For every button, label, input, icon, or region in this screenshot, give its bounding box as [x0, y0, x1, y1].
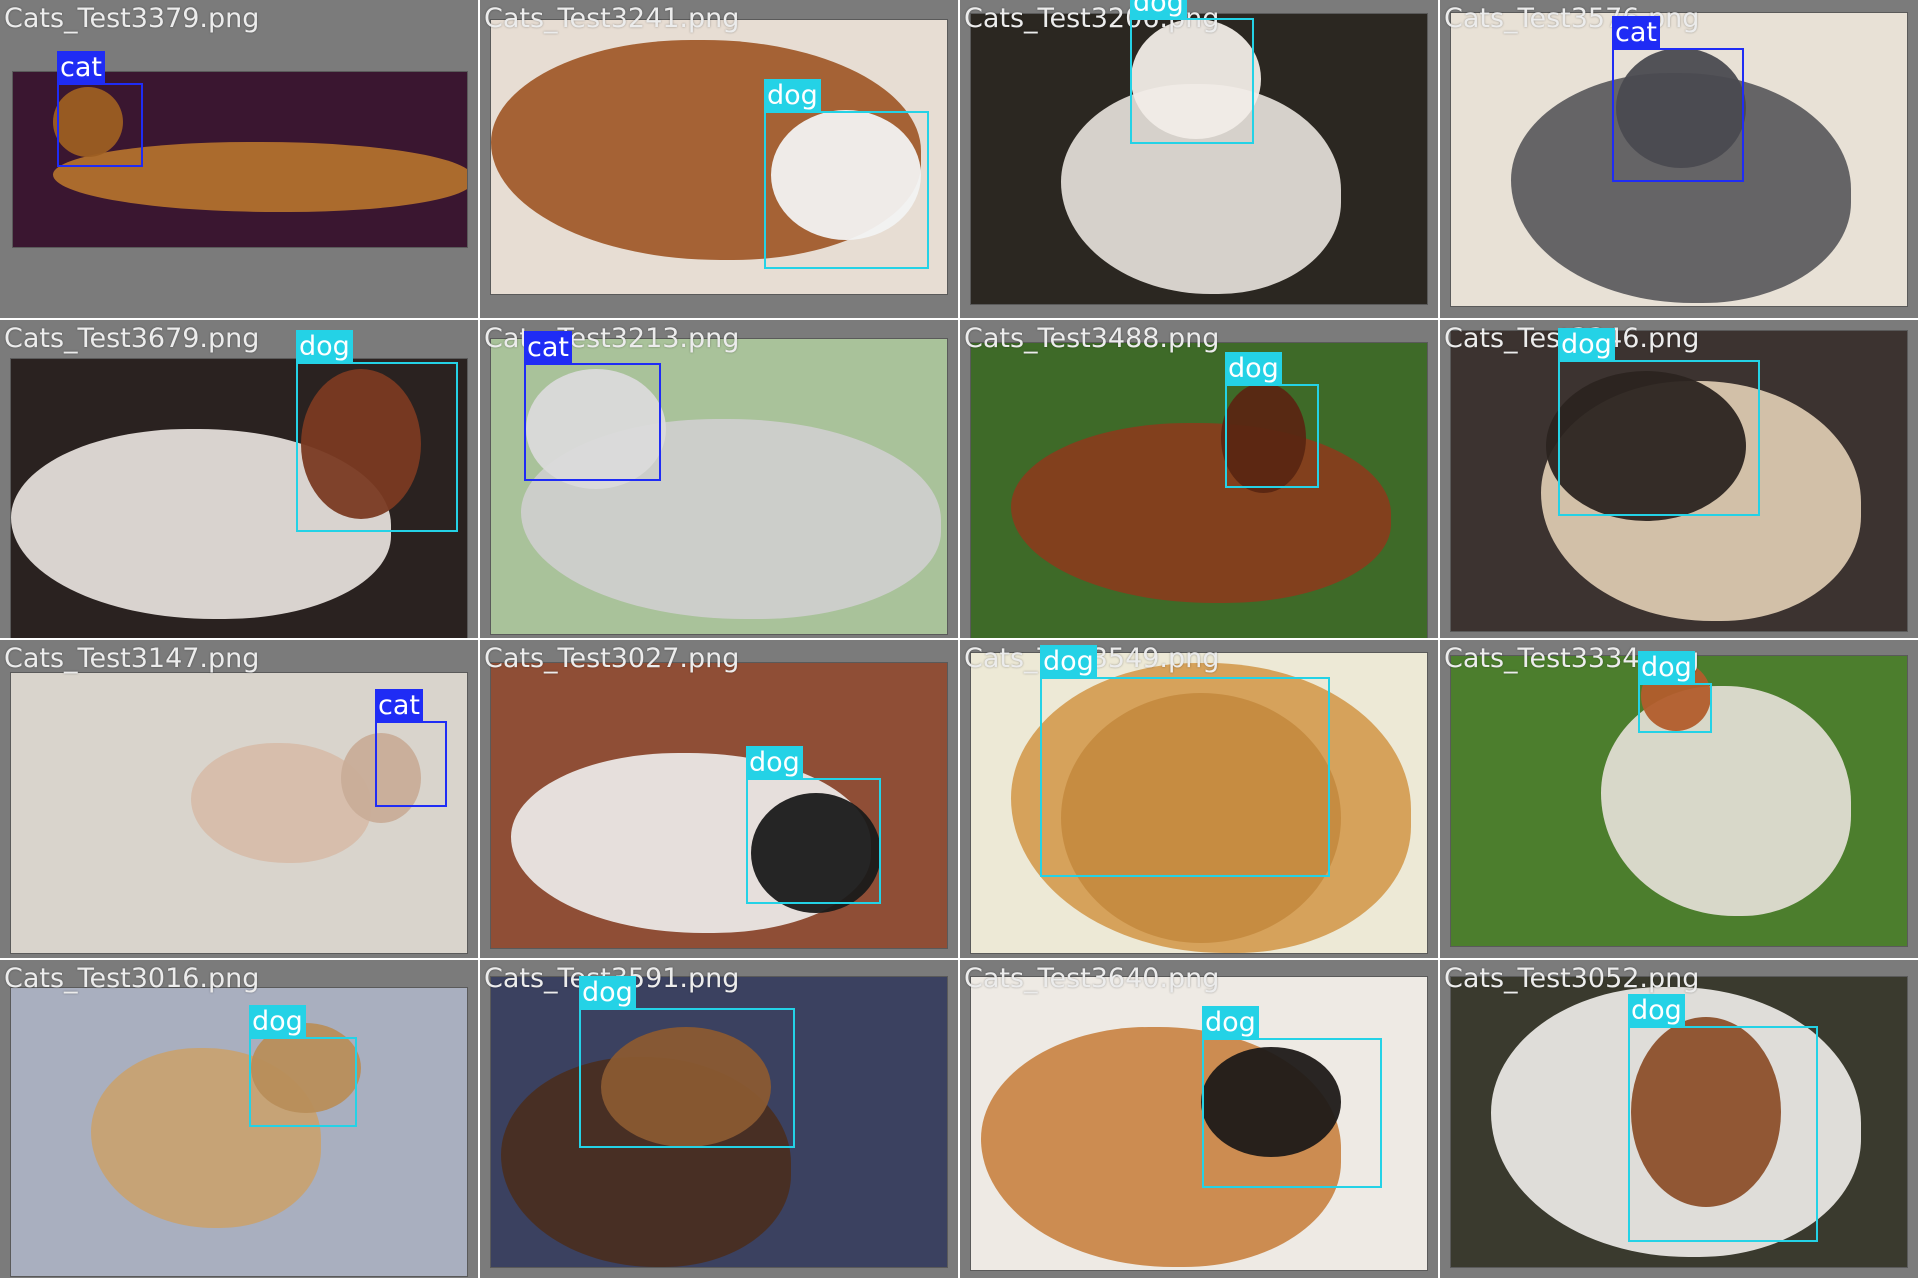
filename-label: Cats_Test3027.png — [484, 643, 740, 674]
class-label: cat — [57, 51, 105, 85]
class-label: dog — [746, 746, 803, 780]
image-tile: Cats_Test3679.png dog — [0, 320, 478, 638]
filename-label: Cats_Test3640.png — [964, 963, 1220, 994]
detection-results-grid: Cats_Test3379.png cat Cats_Test3241.png dog… — [0, 0, 1920, 1280]
dog-bounding-box: dog — [579, 976, 795, 1148]
animal-body — [1011, 423, 1391, 603]
class-label: dog — [1130, 0, 1187, 20]
class-label: cat — [375, 689, 423, 723]
image-tile: Cats_Test3576.png cat — [1440, 0, 1918, 318]
filename-label: Cats_Test3052.png — [1444, 963, 1700, 994]
class-label: cat — [524, 331, 572, 365]
class-label: dog — [1040, 645, 1097, 679]
class-label: dog — [1628, 994, 1685, 1028]
cat-bounding-box: cat — [375, 689, 447, 807]
filename-label: Cats_Test3147.png — [4, 643, 260, 674]
class-label: dog — [579, 976, 636, 1010]
image-tile: Cats_Test3206.png dog — [960, 0, 1438, 318]
cat-bounding-box: cat — [57, 51, 143, 167]
filename-label: Cats_Test3488.png — [964, 323, 1220, 354]
dog-bounding-box: dog — [1628, 994, 1818, 1242]
cat-bounding-box: cat — [1612, 16, 1744, 182]
filename-label: Cats_Test3576.png — [1444, 3, 1700, 34]
cat-bounding-box: cat — [524, 331, 661, 481]
photo — [10, 987, 468, 1277]
class-label: dog — [1202, 1006, 1259, 1040]
class-label: dog — [296, 330, 353, 364]
dog-bounding-box: dog — [1638, 651, 1712, 733]
dog-bounding-box: dog — [1202, 1006, 1382, 1188]
dog-bounding-box: dog — [1040, 645, 1330, 877]
image-tile: Cats_Test3027.pngdog — [480, 640, 958, 958]
class-label: cat — [1612, 16, 1660, 50]
dog-bounding-box: dog — [746, 746, 881, 904]
image-tile: Cats_Test3052.png dog — [1440, 960, 1918, 1278]
image-tile: Cats_Test3640.pngdog — [960, 960, 1438, 1278]
image-tile: Cats_Test3591.pngdog — [480, 960, 958, 1278]
image-tile: Cats_Test3334.png dog — [1440, 640, 1918, 958]
dog-bounding-box: dog — [1225, 352, 1319, 488]
dog-bounding-box: dog — [1558, 328, 1760, 516]
dog-bounding-box: dog — [1130, 0, 1254, 144]
image-tile: Cats_Test3147.pngcat — [0, 640, 478, 958]
class-label: dog — [1638, 651, 1695, 685]
image-tile: Cats_Test3016.pngdog — [0, 960, 478, 1278]
filename-label: Cats_Test3213.png — [484, 323, 740, 354]
dog-bounding-box: dog — [764, 79, 929, 269]
photo — [970, 342, 1428, 638]
image-tile: Cats_Test3379.pngcat — [0, 0, 478, 318]
class-label: dog — [764, 79, 821, 113]
image-tile: Cats_Test3241.pngdog — [480, 0, 958, 318]
dog-bounding-box: dog — [249, 1005, 357, 1127]
class-label: dog — [249, 1005, 306, 1039]
image-tile: Cats_Test3213.png cat — [480, 320, 958, 638]
filename-label: Cats_Test3679.png — [4, 323, 260, 354]
image-tile: Cats_Test3549.pngdog — [960, 640, 1438, 958]
class-label: dog — [1558, 328, 1615, 362]
filename-label: Cats_Test3379.png — [4, 3, 260, 34]
dog-bounding-box: dog — [296, 330, 458, 532]
filename-label: Cats_Test3016.png — [4, 963, 260, 994]
image-tile: Cats_Test3488.png dog — [960, 320, 1438, 638]
image-tile: Cats_Test3346.pngdog — [1440, 320, 1918, 638]
filename-label: Cats_Test3241.png — [484, 3, 740, 34]
class-label: dog — [1225, 352, 1282, 386]
